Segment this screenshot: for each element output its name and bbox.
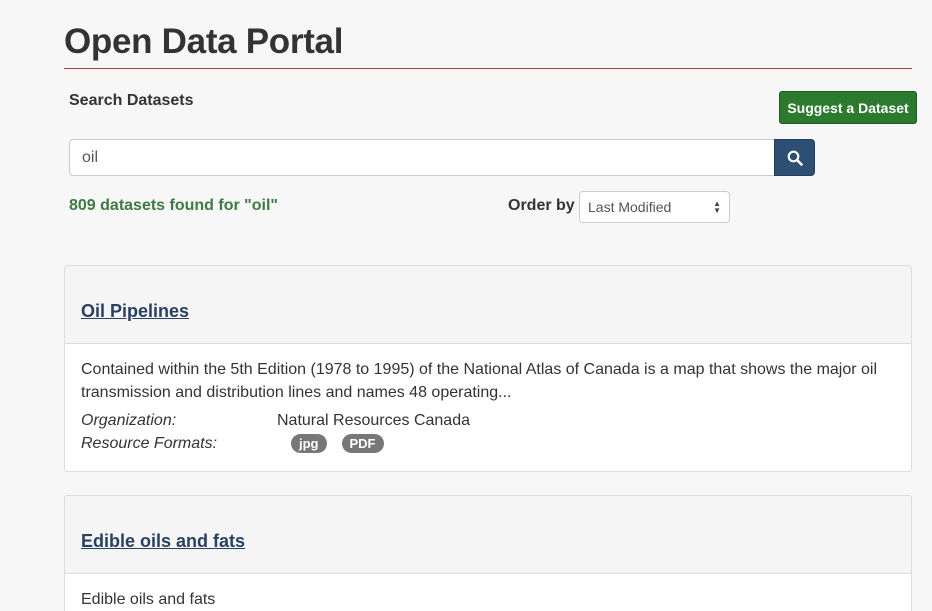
resource-formats-row: Resource Formats: jpg PDF xyxy=(81,432,895,455)
organization-row: Organization: Natural Resources Canada xyxy=(81,409,895,432)
suggest-dataset-button[interactable]: Suggest a Dataset xyxy=(779,91,917,124)
organization-value: Natural Resources Canada xyxy=(277,412,470,429)
dataset-card: Oil Pipelines Contained within the 5th E… xyxy=(64,265,912,472)
resource-formats-list: jpg PDF xyxy=(277,432,384,455)
order-by-label: Order by xyxy=(508,197,575,214)
order-by-select[interactable]: Last Modified ▲ ▼ xyxy=(579,191,730,223)
organization-label: Organization: xyxy=(81,412,177,429)
select-arrows-icon: ▲ ▼ xyxy=(713,199,721,215)
dataset-card-body: Contained within the 5th Edition (1978 t… xyxy=(65,344,911,465)
order-by-selected-value: Last Modified xyxy=(588,199,672,215)
dataset-description: Contained within the 5th Edition (1978 t… xyxy=(81,361,878,401)
title-divider xyxy=(64,68,912,69)
page: Open Data Portal Search Datasets Suggest… xyxy=(0,0,932,611)
page-title: Open Data Portal xyxy=(64,22,344,61)
dataset-card: Edible oils and fats Edible oils and fat… xyxy=(64,495,912,611)
result-count: 809 datasets found for "oil" xyxy=(69,197,278,214)
resource-formats-label: Resource Formats: xyxy=(81,435,218,452)
search-label: Search Datasets xyxy=(69,92,194,109)
search-icon xyxy=(787,150,803,166)
dataset-card-header: Oil Pipelines xyxy=(65,266,911,344)
format-badge: jpg xyxy=(291,434,327,453)
search-input[interactable] xyxy=(69,139,775,176)
search-button[interactable] xyxy=(774,139,815,176)
dataset-card-body: Edible oils and fats xyxy=(65,574,911,611)
format-badge: PDF xyxy=(341,434,384,453)
dataset-title-link[interactable]: Edible oils and fats xyxy=(81,531,245,552)
dataset-title-link[interactable]: Oil Pipelines xyxy=(81,301,189,322)
dataset-description: Edible oils and fats xyxy=(81,591,216,608)
dataset-card-header: Edible oils and fats xyxy=(65,496,911,574)
